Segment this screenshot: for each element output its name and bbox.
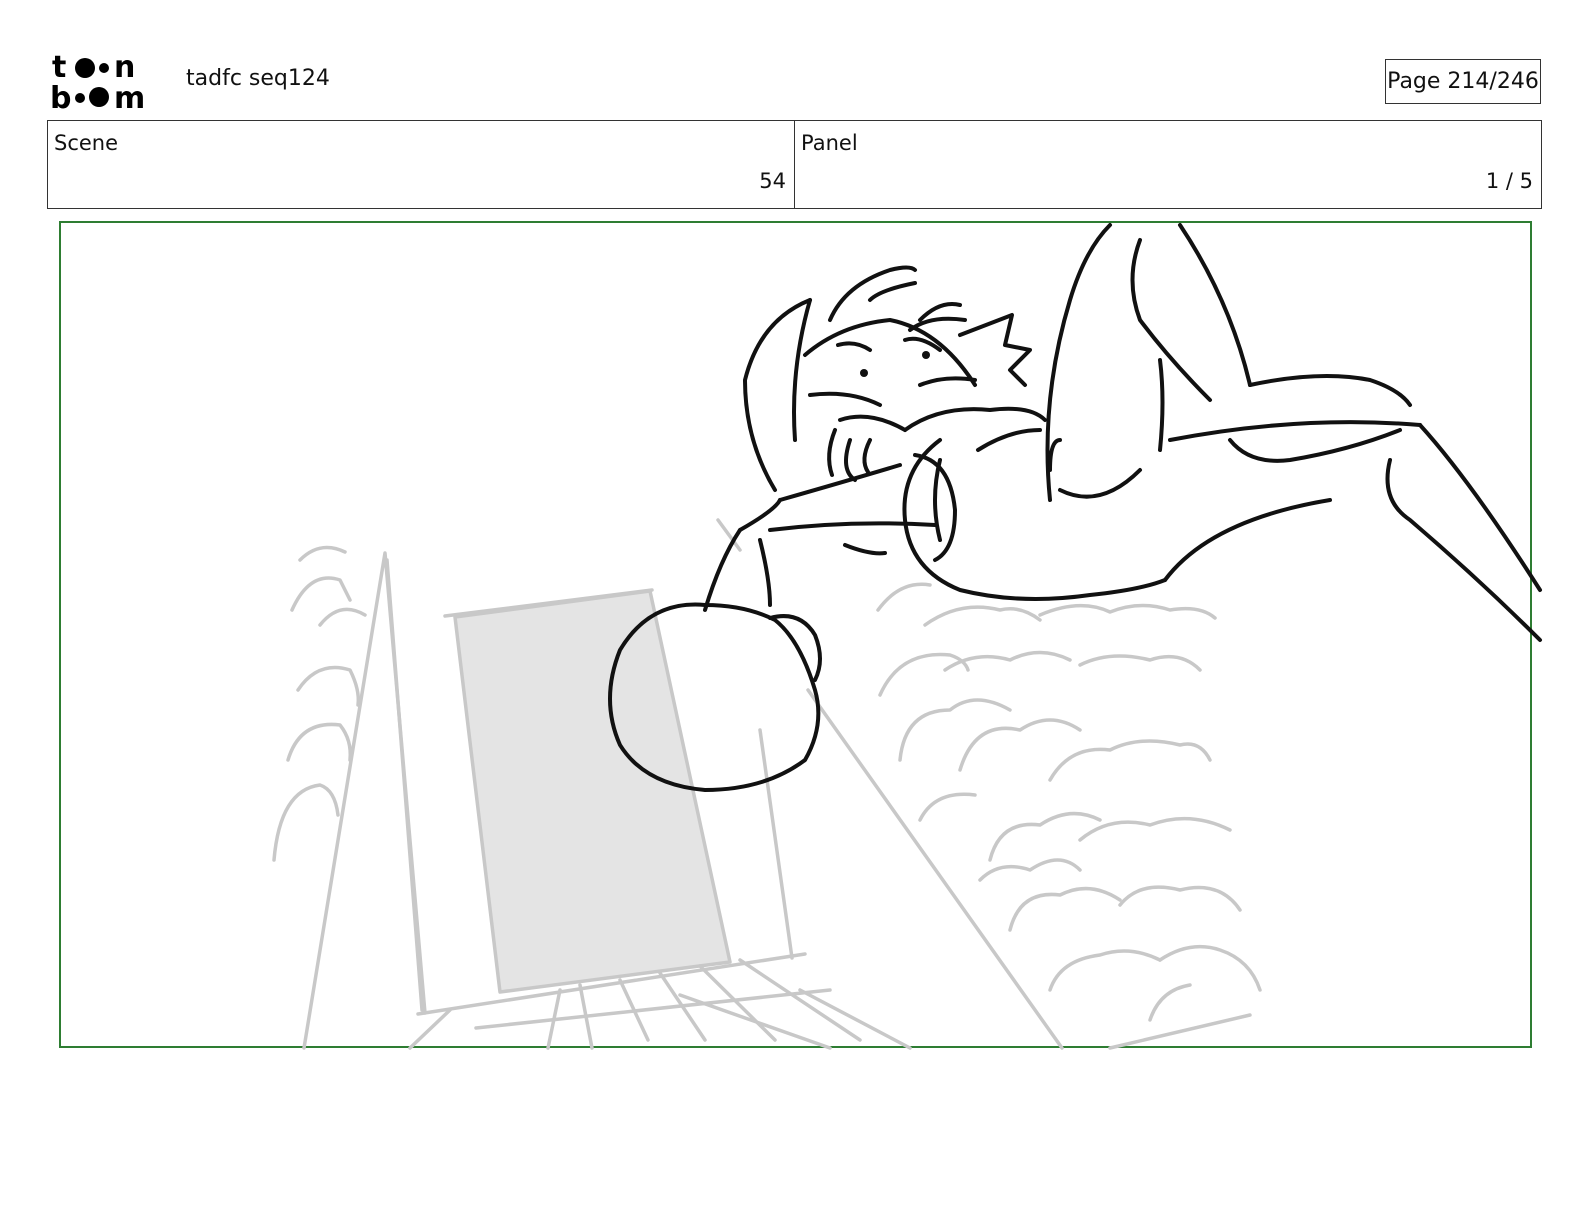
panel-cell: Panel 1 / 5 xyxy=(794,121,1541,208)
document-title: tadfc seq124 xyxy=(186,66,330,91)
scene-label: Scene xyxy=(54,131,119,155)
scene-number: 54 xyxy=(759,169,786,193)
page-indicator: Page 214/246 xyxy=(1385,59,1541,104)
toon-boom-logo: t n b m xyxy=(50,50,145,112)
storyboard-panel-frame xyxy=(59,221,1532,1048)
scene-cell: Scene 54 xyxy=(48,121,794,208)
svg-text:n: n xyxy=(114,50,135,85)
panel-label: Panel xyxy=(801,131,858,155)
svg-text:m: m xyxy=(114,81,145,112)
svg-text:b: b xyxy=(50,81,71,112)
svg-text:t: t xyxy=(52,50,66,85)
panel-number: 1 / 5 xyxy=(1485,169,1533,193)
scene-panel-info: Scene 54 Panel 1 / 5 xyxy=(47,120,1542,209)
